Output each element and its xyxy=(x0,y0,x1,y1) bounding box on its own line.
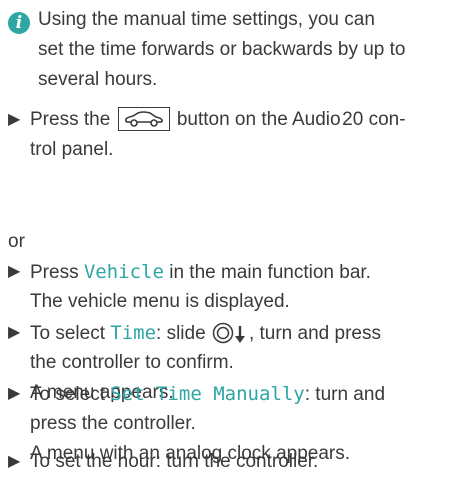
bullet-icon: ▶ xyxy=(8,453,21,470)
step-line-2: The vehicle menu is displayed. xyxy=(30,291,290,312)
step-line: To select Set Time Manually: turn and xyxy=(30,383,386,405)
bullet-icon: ▶ xyxy=(8,263,21,280)
menu-item-vehicle: Vehicle xyxy=(83,261,164,283)
or-text: or xyxy=(8,231,25,252)
menu-item-time: Time xyxy=(110,322,157,344)
bullet-icon: ▶ xyxy=(8,111,21,128)
note-line-2: set the time forwards or backwards by up… xyxy=(38,39,406,60)
info-icon: i xyxy=(8,12,30,34)
note-text-1: Using the manual time settings, you can xyxy=(38,9,375,30)
bullet-icon: ▶ xyxy=(8,324,21,341)
note-line-3: several hours. xyxy=(38,69,158,90)
step-line-2: trol panel. xyxy=(30,139,114,160)
manual-page: i Using the manual time settings, you can… xyxy=(0,0,464,480)
step-line: Press Vehicle in the main function bar. xyxy=(30,261,371,283)
bullet-icon: ▶ xyxy=(8,385,21,402)
note-line-1: i Using the manual time settings, you can xyxy=(8,5,375,35)
car-icon xyxy=(117,107,170,131)
step-line: Press the button on the Audio 20 con- xyxy=(30,107,406,131)
menu-item-set-time-manually: Set Time Manually xyxy=(110,383,305,405)
step-line-2: the controller to confirm. xyxy=(30,352,234,373)
step-line-2: press the controller. xyxy=(30,413,196,434)
step-line: To set the hour: turn the controller. xyxy=(30,451,319,472)
